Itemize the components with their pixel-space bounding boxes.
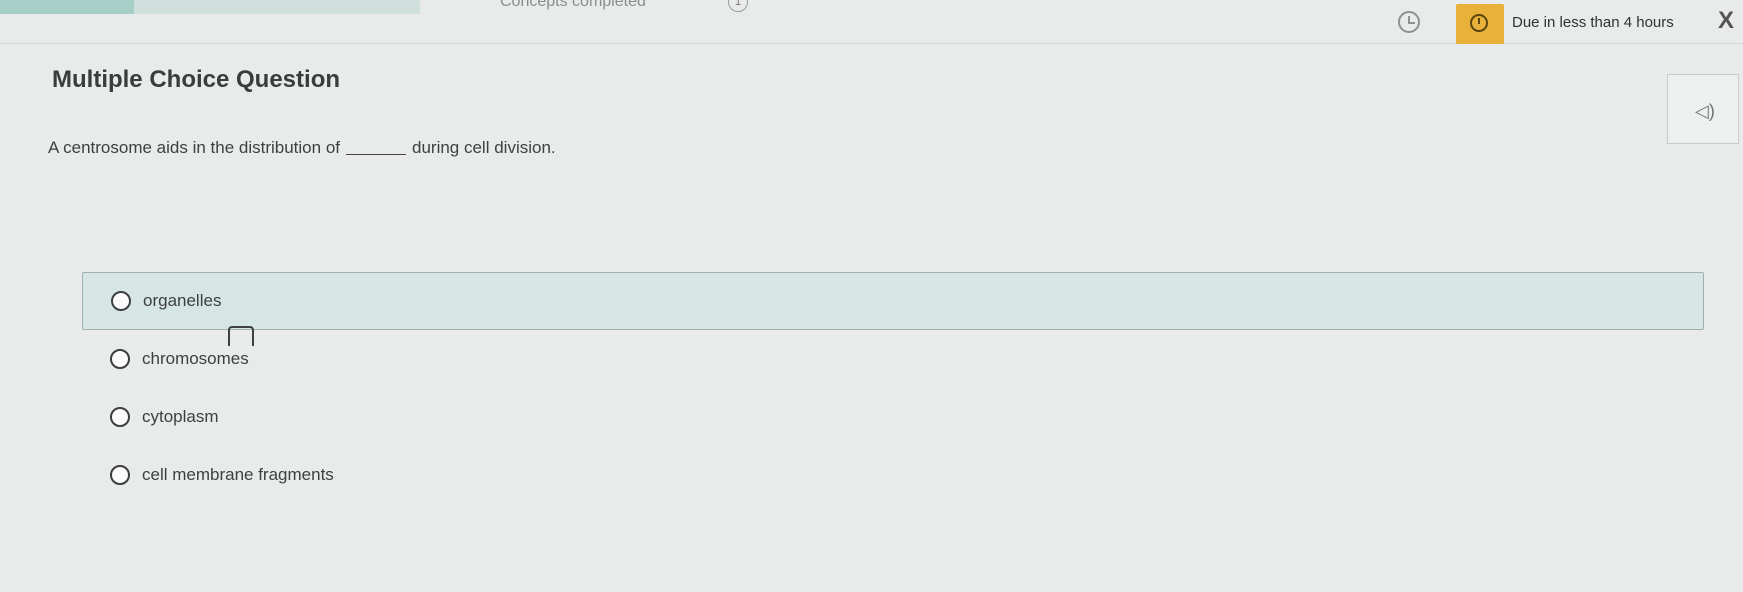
read-aloud-button[interactable]: ◁) bbox=[1667, 74, 1739, 144]
option-label: cell membrane fragments bbox=[142, 465, 334, 484]
progress-bar bbox=[0, 0, 420, 14]
hand-cursor-icon bbox=[228, 326, 254, 346]
radio-button[interactable] bbox=[110, 465, 130, 485]
option-label: cytoplasm bbox=[142, 407, 219, 426]
radio-button[interactable] bbox=[111, 291, 131, 311]
question-prompt: A centrosome aids in the distribution of… bbox=[48, 138, 556, 158]
option-cytoplasm[interactable]: cytoplasm bbox=[82, 388, 1704, 446]
answer-blank bbox=[346, 154, 406, 155]
answer-options: organelles chromosomes cytoplasm cell me… bbox=[82, 272, 1704, 504]
option-label: chromosomes bbox=[142, 349, 249, 368]
close-button[interactable]: X bbox=[1718, 9, 1740, 34]
question-type-heading: Multiple Choice Question bbox=[52, 66, 341, 93]
option-cell-membrane-fragments[interactable]: cell membrane fragments bbox=[82, 446, 1704, 504]
option-chromosomes[interactable]: chromosomes bbox=[82, 330, 1704, 388]
progress-fill bbox=[0, 0, 135, 14]
option-label: organelles bbox=[143, 291, 222, 310]
radio-button[interactable] bbox=[110, 349, 130, 369]
question-text-after: during cell division. bbox=[412, 138, 556, 157]
top-bar: Concepts completed 1 Due in less than 4 … bbox=[0, 0, 1743, 44]
concept-counter[interactable]: 1 bbox=[728, 0, 748, 12]
speaker-icon: ◁) bbox=[1695, 101, 1715, 121]
question-text-before: A centrosome aids in the distribution of bbox=[48, 138, 340, 157]
option-organelles[interactable]: organelles bbox=[82, 272, 1704, 330]
concepts-status: Concepts completed bbox=[500, 0, 646, 10]
page: Concepts completed 1 Due in less than 4 … bbox=[0, 0, 1743, 592]
radio-button[interactable] bbox=[110, 407, 130, 427]
due-text: Due in less than 4 hours bbox=[1512, 14, 1674, 31]
clock-icon bbox=[1470, 14, 1488, 32]
timer-icon[interactable] bbox=[1398, 11, 1420, 33]
due-badge[interactable] bbox=[1456, 4, 1504, 44]
